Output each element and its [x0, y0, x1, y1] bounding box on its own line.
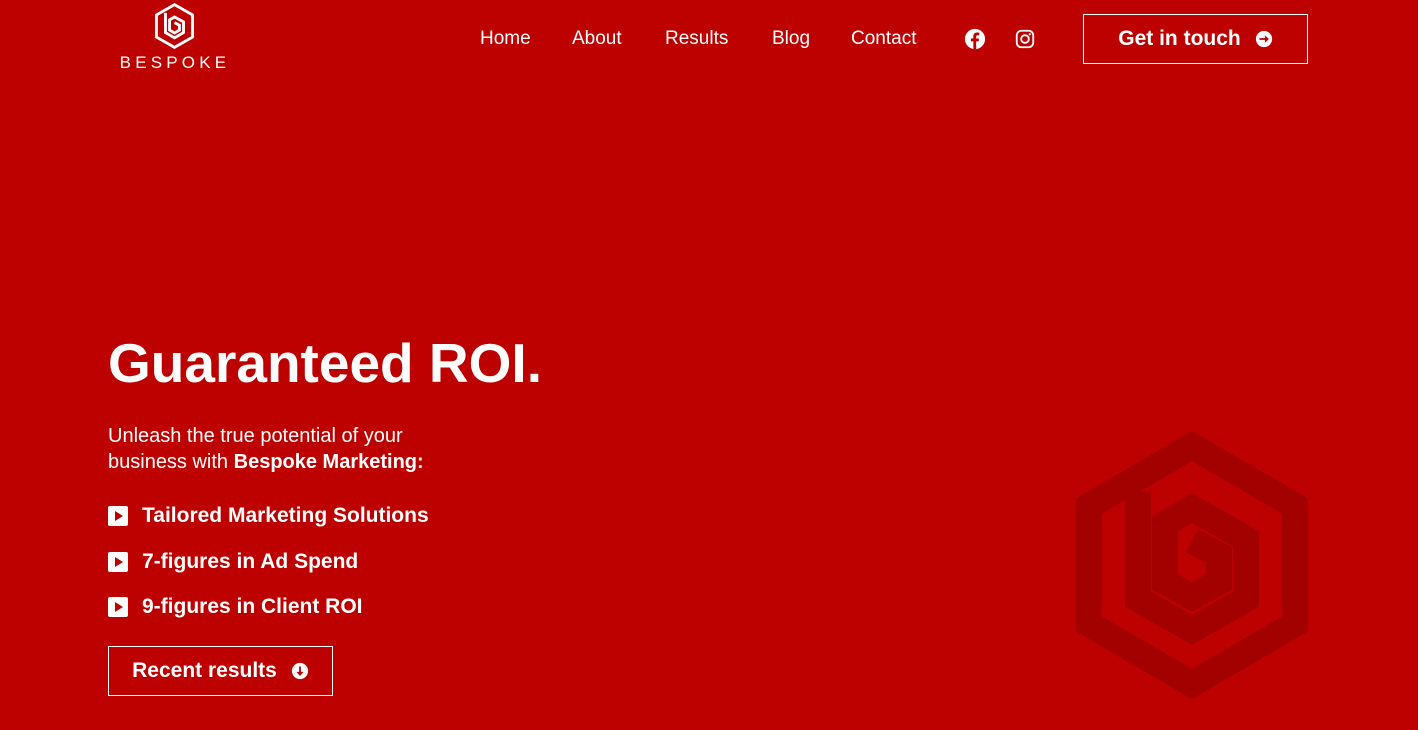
nav-item-home[interactable]: Home	[480, 27, 531, 51]
facebook-icon	[964, 28, 986, 50]
hero-title: Guaranteed ROI.	[108, 332, 542, 394]
recent-results-button[interactable]: Recent results	[108, 646, 333, 696]
nav-item-blog[interactable]: Blog	[772, 27, 810, 51]
play-square-icon	[108, 506, 128, 526]
feature-label: 7-figures in Ad Spend	[142, 549, 359, 573]
page: BESPOKE Home About Results Blog Contact …	[0, 0, 1418, 730]
feature-list: Tailored Marketing Solutions 7-figures i…	[108, 503, 429, 640]
hero-subtitle: Unleash the true potential of your busin…	[108, 423, 508, 475]
feature-label: Tailored Marketing Solutions	[142, 504, 429, 527]
hero-subtitle-bold: Bespoke Marketing:	[233, 451, 424, 473]
nav-item-about[interactable]: About	[572, 27, 622, 51]
recent-results-label: Recent results	[132, 659, 277, 682]
get-in-touch-button[interactable]: Get in touch	[1083, 14, 1308, 64]
play-square-icon	[108, 597, 128, 617]
hero-subtitle-line2: business with Bespoke Marketing:	[108, 449, 508, 475]
feature-item: 7-figures in Ad Spend	[108, 549, 429, 575]
play-square-icon	[108, 551, 128, 572]
feature-item: Tailored Marketing Solutions	[108, 503, 429, 529]
feature-item: 9-figures in Client ROI	[108, 594, 429, 620]
brand-logo[interactable]: BESPOKE	[114, 3, 236, 73]
hero-subtitle-prefix: business with	[108, 451, 234, 473]
instagram-icon	[1015, 29, 1035, 49]
bespoke-logo-icon	[155, 3, 194, 49]
hero-subtitle-line1: Unleash the true potential of your	[108, 425, 403, 447]
feature-label: 9-figures in Client ROI	[142, 595, 363, 618]
nav-item-contact[interactable]: Contact	[851, 27, 916, 51]
arrow-circle-down-icon	[291, 662, 308, 680]
instagram-link[interactable]	[1014, 28, 1036, 50]
arrow-circle-right-icon	[1255, 30, 1272, 48]
facebook-link[interactable]	[964, 28, 986, 50]
bespoke-watermark-icon	[1076, 431, 1308, 699]
get-in-touch-label: Get in touch	[1118, 27, 1241, 50]
nav-item-results[interactable]: Results	[665, 27, 728, 51]
brand-wordmark: BESPOKE	[119, 53, 231, 72]
